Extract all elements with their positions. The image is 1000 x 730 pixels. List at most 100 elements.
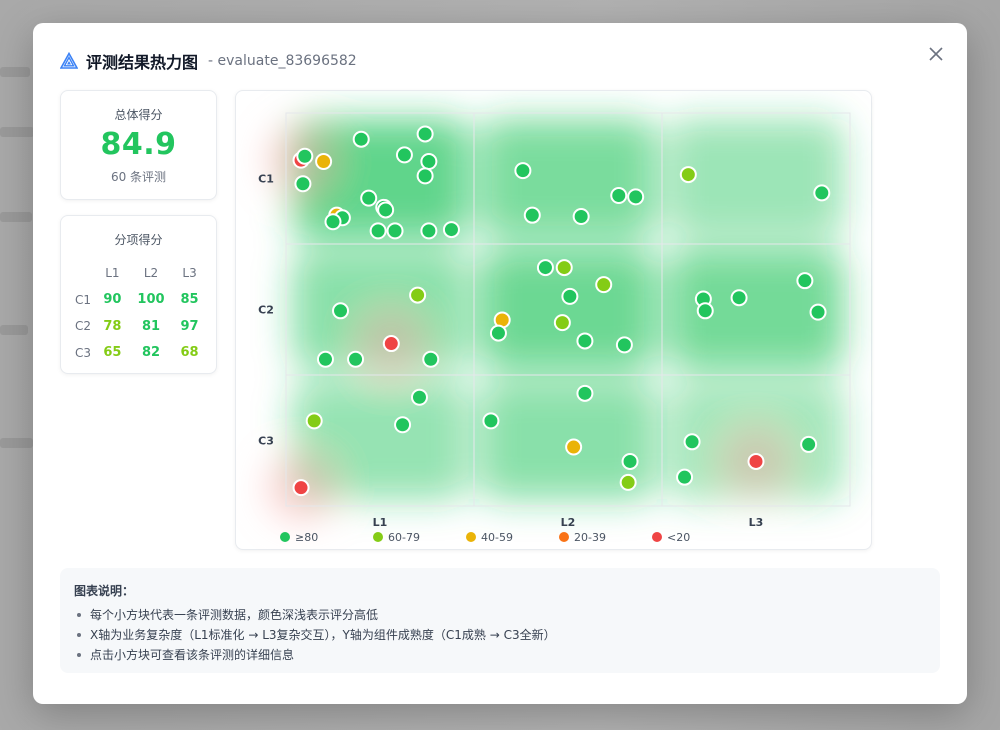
column-header: L2 <box>143 266 159 281</box>
evaluation-point[interactable] <box>420 152 438 170</box>
row-header: C3 <box>75 345 92 360</box>
evaluation-point[interactable] <box>482 412 500 430</box>
evaluation-point[interactable] <box>747 452 765 470</box>
evaluation-point[interactable] <box>696 302 714 320</box>
close-button[interactable] <box>925 43 947 65</box>
evaluation-point[interactable] <box>352 130 370 148</box>
subscore-cell: 85 <box>180 292 199 308</box>
evaluation-point[interactable] <box>523 206 541 224</box>
evaluation-point[interactable] <box>394 416 412 434</box>
note-item: X轴为业务复杂度（L1标准化 → L3复杂交互），Y轴为组件成熟度（C1成熟 →… <box>74 625 926 645</box>
evaluation-point[interactable] <box>416 167 434 185</box>
evaluation-point[interactable] <box>305 412 323 430</box>
notes-list: 每个小方块代表一条评测数据，颜色深浅表示评分高低 X轴为业务复杂度（L1标准化 … <box>74 605 926 665</box>
evaluation-id: - evaluate_83696582 <box>208 53 357 69</box>
background-blur-text <box>0 67 30 77</box>
subscore-title: 分项得分 <box>114 233 163 247</box>
legend-item: 40-59 <box>466 531 513 544</box>
legend-swatch <box>559 532 569 542</box>
subscore-cell: 97 <box>180 318 199 334</box>
x-tick-label: L1 <box>373 516 388 529</box>
evaluation-point[interactable] <box>796 272 814 290</box>
subscore-row: C3 65 82 68 <box>75 340 205 367</box>
evaluation-point[interactable] <box>316 350 334 368</box>
evaluation-point[interactable] <box>416 125 434 143</box>
evaluation-point[interactable] <box>536 259 554 277</box>
evaluation-point[interactable] <box>315 152 333 170</box>
evaluation-point[interactable] <box>800 435 818 453</box>
legend-label: 60-79 <box>388 531 420 544</box>
subscore-cell: 68 <box>180 345 199 361</box>
y-tick-label: C1 <box>258 173 274 186</box>
evaluation-point[interactable] <box>676 468 694 486</box>
heatmap-modal: 评测结果热力图 - evaluate_83696582 总体得分 84.9 60… <box>33 23 967 704</box>
evaluation-point[interactable] <box>489 324 507 342</box>
evaluation-point[interactable] <box>683 433 701 451</box>
evaluation-point[interactable] <box>627 188 645 206</box>
evaluation-point[interactable] <box>572 207 590 225</box>
evaluation-point[interactable] <box>409 286 427 304</box>
evaluation-point[interactable] <box>730 289 748 307</box>
subscore-row: C1 90 100 85 <box>75 287 205 314</box>
background-blur-text <box>0 438 33 448</box>
evaluation-point[interactable] <box>565 438 583 456</box>
evaluation-point[interactable] <box>619 473 637 491</box>
evaluation-point[interactable] <box>813 184 831 202</box>
modal-title: 评测结果热力图 <box>86 53 199 72</box>
evaluation-point[interactable] <box>621 452 639 470</box>
evaluation-point[interactable] <box>332 302 350 320</box>
evaluation-point[interactable] <box>442 221 460 239</box>
y-tick-label: C2 <box>258 304 274 317</box>
evaluation-point[interactable] <box>347 350 365 368</box>
subscore-row: C2 78 81 97 <box>75 313 205 340</box>
evaluation-point[interactable] <box>360 189 378 207</box>
legend-swatch <box>466 532 476 542</box>
evaluation-point[interactable] <box>294 175 312 193</box>
evaluation-point[interactable] <box>679 166 697 184</box>
evaluation-point[interactable] <box>514 162 532 180</box>
legend-swatch <box>280 532 290 542</box>
overall-score-label: 总体得分 <box>114 108 163 122</box>
subscore-cell: 81 <box>141 318 161 334</box>
evaluation-point[interactable] <box>395 146 413 164</box>
chart-notes: 图表说明： 每个小方块代表一条评测数据，颜色深浅表示评分高低 X轴为业务复杂度（… <box>60 568 940 673</box>
background-blur-text <box>0 212 32 222</box>
evaluation-point[interactable] <box>292 479 310 497</box>
background-blur-text <box>0 127 34 137</box>
evaluation-point[interactable] <box>576 332 594 350</box>
legend-swatch <box>652 532 662 542</box>
evaluation-point[interactable] <box>369 222 387 240</box>
evaluation-point[interactable] <box>324 213 342 231</box>
evaluation-point[interactable] <box>422 350 440 368</box>
legend-label: <20 <box>667 531 690 544</box>
subscore-cell: 90 <box>103 292 122 308</box>
evaluation-point[interactable] <box>576 384 594 402</box>
evaluation-point[interactable] <box>561 287 579 305</box>
evaluation-point[interactable] <box>553 314 571 332</box>
legend-item: <20 <box>652 531 690 544</box>
column-header: L3 <box>182 266 197 281</box>
legend-item: 20-39 <box>559 531 606 544</box>
column-header: L1 <box>105 266 120 281</box>
evaluation-point[interactable] <box>555 259 573 277</box>
legend-label: 20-39 <box>574 531 606 544</box>
evaluation-point[interactable] <box>382 335 400 353</box>
notes-title: 图表说明： <box>74 584 135 598</box>
subscore-cell: 78 <box>103 318 122 334</box>
evaluation-point[interactable] <box>809 303 827 321</box>
evaluation-point[interactable] <box>296 147 314 165</box>
close-icon <box>929 47 943 61</box>
subscore-cell: 100 <box>137 292 165 308</box>
evaluation-point[interactable] <box>615 336 633 354</box>
evaluation-point[interactable] <box>420 222 438 240</box>
evaluation-point[interactable] <box>386 222 404 240</box>
legend-label: 40-59 <box>481 531 513 544</box>
subscore-cell: 65 <box>103 345 122 361</box>
evaluation-point[interactable] <box>595 276 613 294</box>
evaluation-point[interactable] <box>410 388 428 406</box>
evaluation-point[interactable] <box>377 201 395 219</box>
evaluation-point[interactable] <box>610 187 628 205</box>
heatmap-svg: C1 C2 C3 L1 L2 L3 ≥80 60-79 40-59 20-39 <20 <box>258 112 851 544</box>
background-blur-text <box>0 325 28 335</box>
subscore-table: L1 L2 L3 C1 90 100 85 C2 78 81 97 C3 65 82 68 <box>75 260 205 366</box>
